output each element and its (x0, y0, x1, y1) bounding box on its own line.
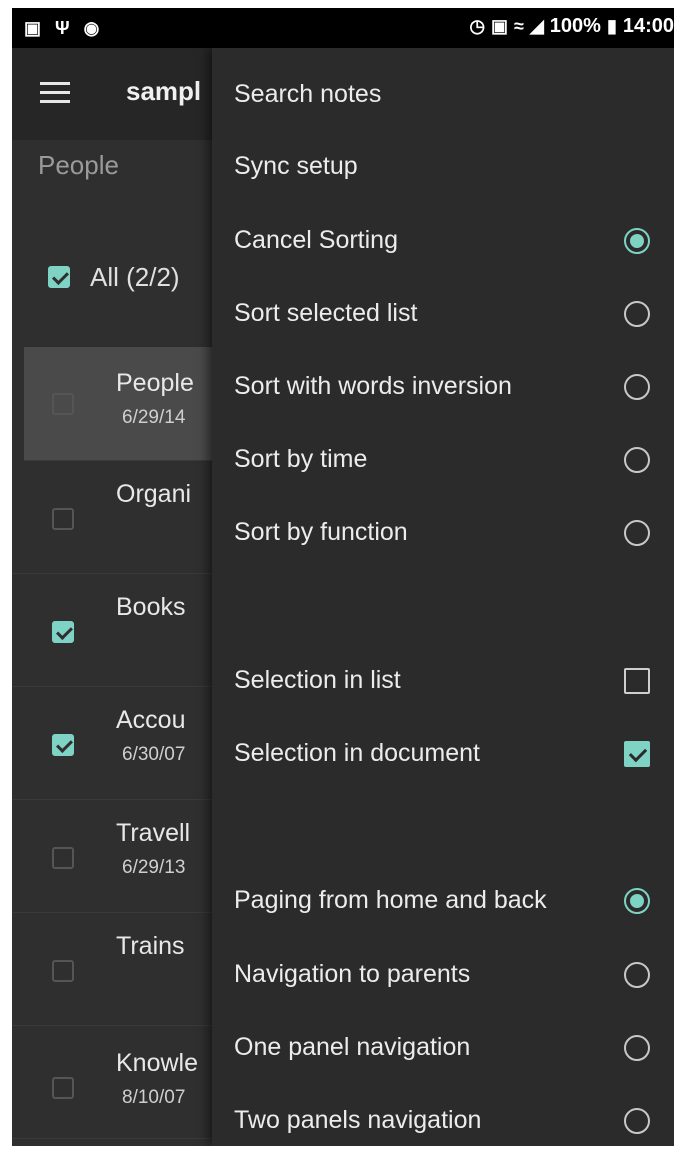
battery-icon: ▮ (606, 16, 617, 36)
cancel-sorting-radio[interactable] (624, 228, 650, 254)
clock: 14:00 (622, 14, 674, 37)
app-title: sampl (126, 76, 202, 106)
sort-words-inversion-radio[interactable] (624, 374, 650, 400)
alarm-icon: ◷ (469, 16, 486, 36)
menu-item-paging-home-back[interactable]: Paging from home and back (234, 886, 547, 915)
one-panel-navigation-radio[interactable] (624, 1035, 650, 1061)
item-checkbox[interactable] (52, 960, 74, 982)
menu-item-navigation-to-parents[interactable]: Navigation to parents (234, 960, 470, 989)
menu-item-two-panels-navigation[interactable]: Two panels navigation (234, 1106, 481, 1135)
select-all-checkbox[interactable] (48, 266, 70, 288)
item-title: Books (116, 593, 186, 621)
paging-home-back-radio[interactable] (624, 888, 650, 914)
item-title: People (116, 369, 194, 397)
usb-icon: Ψ (55, 18, 70, 38)
item-checkbox[interactable] (52, 847, 74, 869)
selection-in-document-checkbox[interactable] (624, 741, 650, 767)
item-date: 6/29/13 (122, 857, 186, 878)
menu-item-one-panel-navigation[interactable]: One panel navigation (234, 1033, 470, 1062)
sort-by-function-radio[interactable] (624, 520, 650, 546)
battery-percent: 100% (549, 14, 601, 37)
menu-item-sort-words-inversion[interactable]: Sort with words inversion (234, 372, 512, 401)
selection-in-list-checkbox[interactable] (624, 668, 650, 694)
item-title: Accou (116, 706, 186, 734)
item-title: Trains (116, 932, 185, 960)
circle-icon: ◉ (83, 18, 100, 38)
navigation-to-parents-radio[interactable] (624, 962, 650, 988)
menu-item-sort-by-time[interactable]: Sort by time (234, 445, 367, 474)
menu-item-sync-setup[interactable]: Sync setup (234, 152, 358, 181)
item-checkbox[interactable] (52, 1077, 74, 1099)
app-screen: ▣ Ψ ◉ ◷ ▣ ≈ ◢ 100% ▮ 14:00 sampl People … (12, 8, 674, 1146)
item-date: 8/10/07 (122, 1087, 186, 1108)
no-signal-icon: ◢ (529, 16, 544, 36)
sort-selected-list-radio[interactable] (624, 301, 650, 327)
menu-item-selection-in-document[interactable]: Selection in document (234, 739, 480, 768)
menu-item-search-notes[interactable]: Search notes (234, 80, 381, 109)
item-title: Travell (116, 819, 191, 847)
select-all-label: All (2/2) (90, 262, 180, 292)
sort-by-time-radio[interactable] (624, 447, 650, 473)
item-checkbox[interactable] (52, 621, 74, 643)
status-bar: ▣ Ψ ◉ ◷ ▣ ≈ ◢ 100% ▮ 14:00 (12, 8, 674, 48)
item-title: Organi (116, 480, 192, 508)
item-checkbox[interactable] (52, 508, 74, 530)
menu-item-cancel-sorting[interactable]: Cancel Sorting (234, 226, 398, 255)
hamburger-menu-icon[interactable] (40, 82, 70, 106)
item-checkbox[interactable] (52, 393, 74, 415)
menu-item-selection-in-list[interactable]: Selection in list (234, 666, 401, 695)
menu-item-sort-by-function[interactable]: Sort by function (234, 518, 408, 547)
menu-item-sort-selected-list[interactable]: Sort selected list (234, 299, 417, 328)
image-icon: ▣ (24, 18, 42, 38)
two-panels-navigation-radio[interactable] (624, 1108, 650, 1134)
wifi-icon: ≈ (514, 16, 524, 36)
lock-icon: ▣ (491, 16, 509, 36)
item-date: 6/30/07 (122, 744, 186, 765)
item-title: Knowle (116, 1049, 198, 1077)
item-checkbox[interactable] (52, 734, 74, 756)
list-header: People (38, 150, 119, 180)
item-date: 6/29/14 (122, 407, 186, 428)
overflow-menu: Search notes Sync setup Cancel Sorting S… (212, 48, 674, 1146)
